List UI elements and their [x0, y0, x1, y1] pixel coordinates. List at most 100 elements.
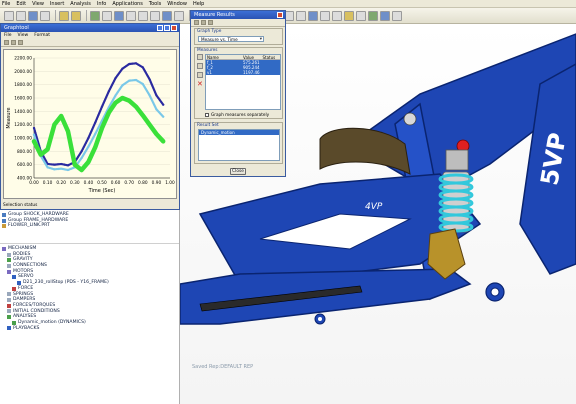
regenerate-icon[interactable] — [90, 10, 100, 21]
chart-area[interactable]: 400.00 600.00 800.00 1000.00 1200.00 1400.00 1… — [3, 49, 177, 199]
connect-icon[interactable] — [296, 10, 306, 21]
data-point — [87, 136, 90, 140]
data-point — [154, 132, 158, 136]
x-tick-label: 0.90 — [152, 180, 162, 186]
model-tree-panel[interactable]: Group SHOCK_HARDWARE Group FRAME_HARDWARE… — [0, 210, 180, 404]
graph-window-titlebar[interactable]: Graphtool — [1, 24, 179, 32]
saved-views-icon[interactable] — [174, 10, 184, 21]
col-name: Name — [207, 55, 219, 60]
refit-icon[interactable] — [150, 10, 160, 21]
print-icon[interactable] — [40, 10, 50, 21]
data-point — [52, 123, 57, 127]
close-icon[interactable] — [277, 12, 283, 18]
data-point — [148, 94, 151, 97]
measure-results-dialog[interactable]: Measure Results Graph Type Measure vs. T… — [190, 10, 286, 177]
result-set-list[interactable]: Dynamic_motion — [198, 129, 280, 161]
measures-table[interactable]: Name Value Status f_1 575.261 f_2 905.24… — [205, 54, 281, 110]
graph-separately-label: Graph measures separately — [211, 112, 270, 117]
menu-insert[interactable]: Insert — [50, 1, 64, 7]
dropout-hole — [318, 317, 322, 321]
measure-toolbar — [191, 19, 285, 27]
data-point — [32, 126, 36, 130]
data-point — [141, 66, 144, 69]
data-point — [107, 111, 111, 115]
servo-motor-icon[interactable] — [308, 10, 318, 21]
menu-info[interactable]: Info — [97, 1, 106, 7]
mechanism-icon — [2, 246, 6, 251]
open-measure-icon[interactable] — [201, 20, 206, 25]
data-point — [134, 78, 138, 82]
force-icon — [12, 286, 16, 291]
graph-menu-file[interactable]: File — [4, 33, 12, 38]
create-measure-icon[interactable] — [197, 54, 203, 60]
connections-icon — [7, 263, 11, 268]
gravity-icon[interactable] — [356, 10, 366, 21]
menu-help[interactable]: Help — [193, 1, 204, 7]
menu-view[interactable]: View — [32, 1, 44, 7]
force-icon[interactable] — [344, 10, 354, 21]
redo-icon[interactable] — [71, 10, 81, 21]
damper-icon[interactable] — [332, 10, 342, 21]
save-icon[interactable] — [28, 10, 38, 21]
tree-item[interactable]: PLAYBACKS — [2, 326, 177, 332]
window-icon[interactable] — [102, 10, 112, 21]
minimize-icon[interactable] — [157, 25, 163, 31]
orient-icon[interactable] — [162, 10, 172, 21]
menu-window[interactable]: Window — [167, 1, 187, 7]
measure-dialog-titlebar[interactable]: Measure Results — [191, 11, 285, 19]
edit-measure-icon[interactable] — [197, 63, 203, 69]
zoom-in-icon[interactable] — [126, 10, 136, 21]
copy-measure-icon[interactable] — [197, 72, 203, 78]
y-tick-label: 1800.00 — [14, 82, 32, 88]
col-value: Value — [243, 55, 254, 60]
menu-applications[interactable]: Applications — [112, 1, 143, 7]
results-icon[interactable] — [380, 10, 390, 21]
spring-icon[interactable] — [320, 10, 330, 21]
result-set-label: Result Set — [197, 123, 219, 128]
graph-menu-view[interactable]: View — [18, 33, 29, 38]
data-point — [53, 163, 56, 166]
menu-edit[interactable]: Edit — [16, 1, 26, 7]
data-point — [114, 101, 118, 105]
graph-measure-icon[interactable] — [208, 20, 213, 25]
graph-type-select[interactable]: Measure vs. Time — [198, 36, 264, 42]
undo-icon[interactable] — [59, 10, 69, 21]
data-point — [134, 105, 138, 109]
part-icon — [2, 224, 6, 229]
repaint-icon[interactable] — [114, 10, 124, 21]
graph-separately-checkbox[interactable] — [205, 112, 209, 117]
mechanism-tree[interactable]: MECHANISM BODIES GRAVITY CONNECTIONS MOTORS S… — [0, 244, 179, 331]
menu-file[interactable]: File — [2, 1, 10, 7]
list-item[interactable]: Dynamic_motion — [199, 130, 279, 135]
menu-tools[interactable]: Tools — [149, 1, 161, 7]
data-point — [80, 168, 84, 172]
model-tree[interactable]: Group SHOCK_HARDWARE Group FRAME_HARDWARE… — [0, 210, 179, 244]
data-point — [60, 167, 63, 170]
new-icon[interactable] — [4, 10, 14, 21]
tree-item[interactable]: FLOWER_LINK.PRT — [2, 223, 177, 229]
close-button[interactable]: Close — [230, 168, 246, 175]
zoom-out-icon[interactable] — [138, 10, 148, 21]
maximize-icon[interactable] — [164, 25, 170, 31]
open-icon[interactable] — [16, 10, 26, 21]
graph-print-icon[interactable] — [11, 40, 16, 45]
analysis-icon[interactable] — [368, 10, 378, 21]
graph-save-icon[interactable] — [4, 40, 9, 45]
graph-menu-format[interactable]: Format — [34, 33, 50, 38]
measure-chart[interactable]: 400.00600.00800.001000.001200.001400.001… — [4, 50, 178, 200]
delete-icon[interactable]: ✕ — [197, 81, 203, 88]
graph-window[interactable]: Graphtool File View Format 400.00 600.00 8… — [0, 23, 180, 210]
graph-zoom-icon[interactable] — [18, 40, 23, 45]
dampers-icon — [7, 298, 11, 303]
tree-item-label: D21_230_rollStop (PDS - Y16_FRAME) — [23, 280, 109, 286]
new-measure-icon[interactable] — [194, 20, 199, 25]
data-point — [107, 90, 110, 93]
servo-icon — [12, 275, 16, 280]
graph-separately-option[interactable]: Graph measures separately — [205, 112, 269, 117]
x-tick-label: 0.40 — [84, 180, 94, 186]
menu-analysis[interactable]: Analysis — [70, 1, 91, 7]
table-row[interactable]: v1 1197.46 — [206, 70, 280, 75]
help-icon[interactable] — [392, 10, 402, 21]
close-icon[interactable] — [171, 25, 177, 31]
data-point — [127, 99, 131, 103]
